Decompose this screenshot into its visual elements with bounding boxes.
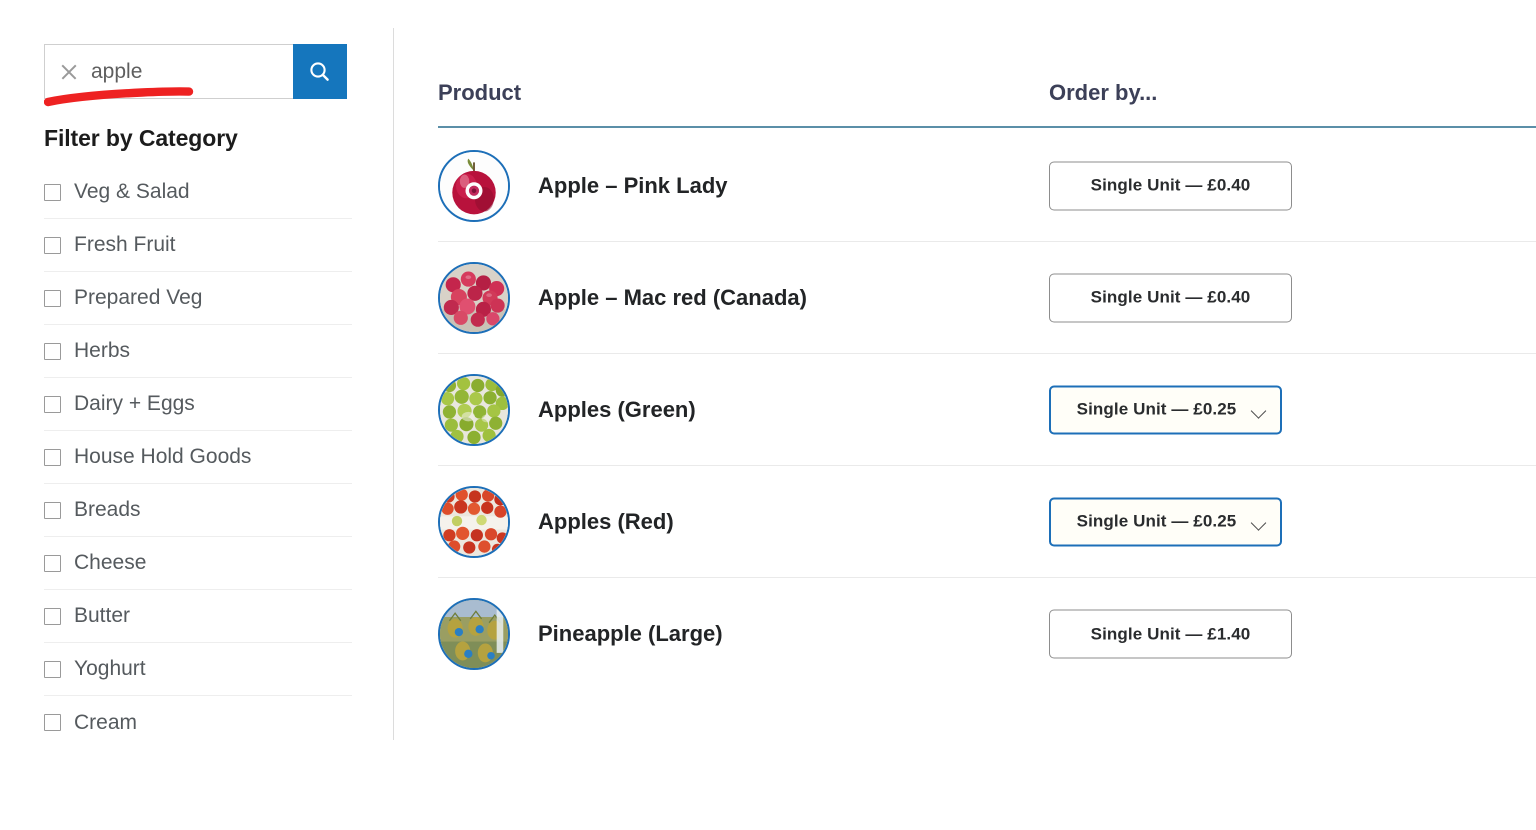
checkbox-icon[interactable] xyxy=(44,183,61,201)
checkbox-icon[interactable] xyxy=(44,395,61,413)
table-row[interactable]: Apple – Mac red (Canada) Single Unit — £… xyxy=(438,242,1536,354)
filter-sidebar: Filter by Category Veg & Salad Fresh Fru… xyxy=(0,0,394,830)
category-item-veg-salad[interactable]: Veg & Salad xyxy=(44,166,352,219)
checkbox-icon[interactable] xyxy=(44,448,61,466)
results-table-header: Product Order by... xyxy=(438,80,1536,128)
product-thumbnail xyxy=(438,598,510,670)
product-thumbnail xyxy=(438,261,510,334)
product-thumbnail xyxy=(438,485,510,558)
checkbox-icon[interactable] xyxy=(44,236,61,254)
category-item-breads[interactable]: Breads xyxy=(44,484,352,537)
product-thumbnail xyxy=(438,149,510,222)
filter-heading: Filter by Category xyxy=(44,125,238,151)
category-item-yoghurt[interactable]: Yoghurt xyxy=(44,643,352,696)
category-label: Fresh Fruit xyxy=(74,233,176,256)
red-apples-pile-image xyxy=(440,487,508,556)
order-option-select[interactable]: Single Unit — £0.25 xyxy=(1049,497,1282,546)
category-item-dairy-eggs[interactable]: Dairy + Eggs xyxy=(44,378,352,431)
product-name: Apples (Red) xyxy=(538,508,674,534)
search-icon xyxy=(310,61,329,81)
search-button[interactable] xyxy=(293,44,347,99)
product-name: Pineapple (Large) xyxy=(538,621,723,646)
product-results: Product Order by... Apple – Pink Lady Si… xyxy=(394,0,1536,830)
pineapple-crate-image xyxy=(440,600,508,668)
red-apples-bin-image xyxy=(440,263,508,332)
single-red-apple-image xyxy=(440,151,508,220)
search-field[interactable] xyxy=(44,44,293,99)
category-label: Butter xyxy=(74,604,131,627)
category-label: Dairy + Eggs xyxy=(74,392,195,415)
order-cell: Single Unit — £0.25 xyxy=(1049,385,1282,434)
product-thumbnail xyxy=(438,373,510,446)
category-item-cream[interactable]: Cream xyxy=(44,696,352,749)
product-name: Apples (Green) xyxy=(538,396,696,422)
checkbox-icon[interactable] xyxy=(44,714,61,731)
category-label: House Hold Goods xyxy=(74,445,252,468)
close-icon[interactable] xyxy=(59,62,78,81)
order-cell: Single Unit — £1.40 xyxy=(1049,609,1292,659)
product-row-list: Apple – Pink Lady Single Unit — £0.40 Ap… xyxy=(438,130,1536,690)
category-label: Cream xyxy=(74,710,138,734)
category-item-prepared-veg[interactable]: Prepared Veg xyxy=(44,272,352,325)
order-cell: Single Unit — £0.40 xyxy=(1049,273,1292,322)
chevron-down-icon xyxy=(1250,403,1267,419)
category-item-herbs[interactable]: Herbs xyxy=(44,325,352,378)
table-row[interactable]: Pineapple (Large) Single Unit — £1.40 xyxy=(438,578,1536,690)
order-option-box[interactable]: Single Unit — £1.40 xyxy=(1049,609,1292,659)
checkbox-icon[interactable] xyxy=(44,554,61,572)
category-label: Veg & Salad xyxy=(74,180,190,203)
order-option-box[interactable]: Single Unit — £0.40 xyxy=(1049,161,1292,210)
category-label: Prepared Veg xyxy=(74,286,203,309)
order-option-select[interactable]: Single Unit — £0.25 xyxy=(1049,385,1282,434)
category-item-cheese[interactable]: Cheese xyxy=(44,537,352,590)
column-header-product: Product xyxy=(438,80,522,105)
product-search-page: Filter by Category Veg & Salad Fresh Fru… xyxy=(0,0,1536,830)
search-bar xyxy=(44,44,347,99)
checkbox-icon[interactable] xyxy=(44,342,61,360)
category-item-butter[interactable]: Butter xyxy=(44,590,352,643)
product-name: Apple – Mac red (Canada) xyxy=(538,284,807,310)
checkbox-icon[interactable] xyxy=(44,289,61,307)
table-row[interactable]: Apples (Red) Single Unit — £0.25 xyxy=(438,466,1536,578)
category-item-fresh-fruit[interactable]: Fresh Fruit xyxy=(44,219,352,272)
search-input[interactable] xyxy=(91,59,293,84)
chevron-down-icon xyxy=(1250,515,1267,531)
order-option-box[interactable]: Single Unit — £0.40 xyxy=(1049,273,1292,322)
category-label: Breads xyxy=(74,498,141,521)
order-option-selected: Single Unit — £0.25 xyxy=(1076,511,1237,531)
table-row[interactable]: Apple – Pink Lady Single Unit — £0.40 xyxy=(438,130,1536,242)
checkbox-icon[interactable] xyxy=(44,607,61,625)
product-name: Apple – Pink Lady xyxy=(538,172,728,198)
category-label: Yoghurt xyxy=(74,657,146,680)
checkbox-icon[interactable] xyxy=(44,660,61,678)
category-item-house-hold-goods[interactable]: House Hold Goods xyxy=(44,431,352,484)
column-header-order-by: Order by... xyxy=(1049,80,1158,105)
category-label: Cheese xyxy=(74,551,147,574)
order-option-selected: Single Unit — £0.25 xyxy=(1076,399,1237,419)
order-cell: Single Unit — £0.25 xyxy=(1049,497,1282,546)
table-row[interactable]: Apples (Green) Single Unit — £0.25 xyxy=(438,354,1536,466)
category-filter-list: Veg & Salad Fresh Fruit Prepared Veg Her… xyxy=(44,166,352,749)
category-label: Herbs xyxy=(74,339,131,362)
order-cell: Single Unit — £0.40 xyxy=(1049,161,1292,210)
green-apples-pile-image xyxy=(440,375,508,444)
checkbox-icon[interactable] xyxy=(44,501,61,519)
